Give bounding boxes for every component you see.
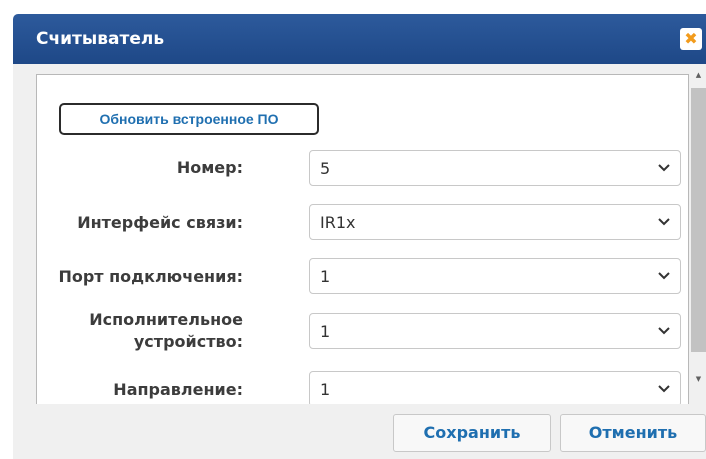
interface-value: IR1x [320,213,356,232]
number-value: 5 [320,159,331,178]
port-label: Порт подключения: [58,267,243,286]
chevron-down-icon [658,272,670,280]
device-select[interactable]: 1 [309,313,681,349]
chevron-down-icon [658,385,670,393]
chevron-down-icon [658,164,670,172]
interface-select[interactable]: IR1x [309,204,681,240]
port-select[interactable]: 1 [309,258,681,294]
dialog-footer: Сохранить Отменить [13,404,706,459]
close-button[interactable]: ✖ [680,28,702,50]
form-panel: Обновить встроенное ПО Номер: 5 Интерфей… [36,74,689,415]
number-select[interactable]: 5 [309,150,681,186]
scrollbar-thumb[interactable] [691,88,706,352]
vertical-scrollbar[interactable]: ▲ ▼ [691,64,706,404]
direction-label: Направление: [113,380,243,399]
interface-label: Интерфейс связи: [77,213,243,232]
device-value: 1 [320,322,331,341]
device-label-line2: устройство: [133,332,243,351]
device-label-line1: Исполнительное [89,310,243,329]
update-firmware-button[interactable]: Обновить встроенное ПО [59,103,319,135]
scroll-up-icon[interactable]: ▲ [691,68,706,82]
direction-value: 1 [320,380,331,399]
chevron-down-icon [658,218,670,226]
save-button[interactable]: Сохранить [393,414,551,452]
close-icon: ✖ [684,29,698,48]
cancel-button[interactable]: Отменить [560,414,706,452]
direction-select[interactable]: 1 [309,371,681,407]
dialog-title: Считыватель [36,29,165,49]
number-label: Номер: [176,158,243,177]
reader-dialog: Считыватель ✖ Обновить встроенное ПО Ном… [13,14,706,459]
dialog-titlebar: Считыватель ✖ [13,14,706,64]
scroll-down-icon[interactable]: ▼ [691,372,706,386]
dialog-body: Обновить встроенное ПО Номер: 5 Интерфей… [13,64,706,415]
port-value: 1 [320,267,331,286]
chevron-down-icon [658,327,670,335]
